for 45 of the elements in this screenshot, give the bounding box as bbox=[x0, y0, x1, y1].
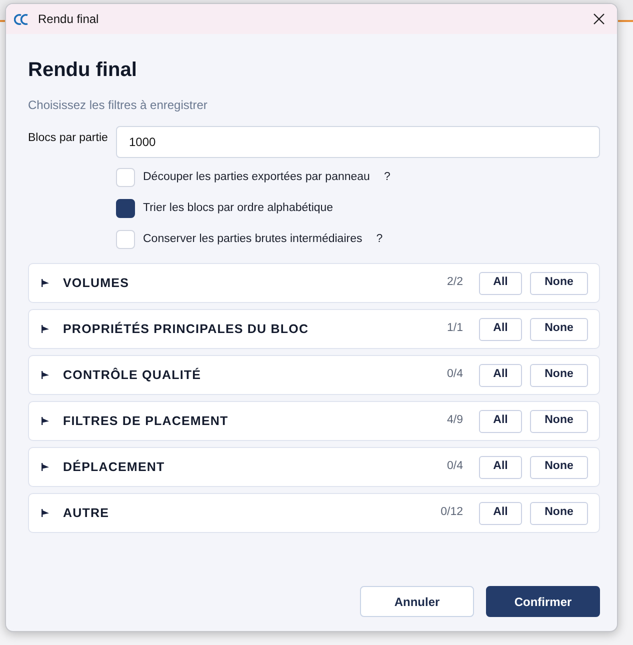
select-all-button[interactable]: All bbox=[479, 272, 522, 294]
app-logo-icon bbox=[14, 12, 30, 26]
selection-count: 0/12 bbox=[440, 505, 463, 520]
filter-section-header[interactable]: AUTRE 0/12 All None bbox=[28, 493, 600, 533]
option-label: Trier les blocs par ordre alphabétique bbox=[143, 200, 334, 216]
select-none-button[interactable]: None bbox=[530, 502, 588, 524]
section-title: PROPRIÉTÉS PRINCIPALES DU BLOC bbox=[63, 320, 309, 338]
close-icon bbox=[593, 13, 605, 25]
option-label: Conserver les parties brutes intermédiaires bbox=[143, 232, 362, 247]
dialog-heading: Rendu final bbox=[28, 58, 138, 82]
select-all-button[interactable]: All bbox=[479, 364, 522, 386]
selection-count: 4/9 bbox=[447, 413, 463, 428]
selection-count: 0/4 bbox=[447, 459, 463, 474]
blocks-per-part-field[interactable]: 1000 bbox=[116, 126, 600, 158]
select-all-button[interactable]: All bbox=[479, 456, 522, 478]
cancel-button[interactable]: Annuler bbox=[360, 586, 474, 617]
checkbox[interactable] bbox=[116, 199, 135, 218]
filter-section-header[interactable]: PROPRIÉTÉS PRINCIPALES DU BLOC 1/1 All None bbox=[28, 309, 600, 349]
select-none-button[interactable]: None bbox=[530, 318, 588, 340]
section-title: VOLUMES bbox=[63, 274, 130, 292]
window-title: Rendu final bbox=[38, 11, 99, 28]
help-mark[interactable]: ? bbox=[376, 230, 383, 248]
select-all-button[interactable]: All bbox=[479, 318, 522, 340]
section-title: CONTRÔLE QUALITÉ bbox=[63, 366, 202, 384]
filter-section-header[interactable]: DÉPLACEMENT 0/4 All None bbox=[28, 447, 600, 487]
filter-section-header[interactable]: CONTRÔLE QUALITÉ 0/4 All None bbox=[28, 355, 600, 395]
section-title: FILTRES DE PLACEMENT bbox=[63, 412, 228, 430]
filter-section-header[interactable]: FILTRES DE PLACEMENT 4/9 All None bbox=[28, 401, 600, 441]
select-none-button[interactable]: None bbox=[530, 456, 588, 478]
select-none-button[interactable]: None bbox=[530, 364, 588, 386]
option-label: Découper les parties exportées par panneau bbox=[143, 170, 370, 185]
filter-section-header[interactable]: VOLUMES 2/2 All None bbox=[28, 263, 600, 303]
selection-count: 2/2 bbox=[447, 275, 463, 290]
help-mark[interactable]: ? bbox=[384, 168, 390, 186]
select-all-button[interactable]: All bbox=[479, 410, 522, 432]
section-title: AUTRE bbox=[63, 504, 110, 522]
select-all-button[interactable]: All bbox=[479, 502, 522, 524]
section-title: DÉPLACEMENT bbox=[63, 458, 165, 476]
selection-count: 1/1 bbox=[447, 321, 463, 336]
confirm-button[interactable]: Confirmer bbox=[486, 586, 600, 617]
field-label: Blocs par partie bbox=[28, 131, 109, 146]
select-none-button[interactable]: None bbox=[530, 272, 588, 294]
selection-count: 0/4 bbox=[447, 367, 463, 382]
dialog-subtitle: Choisissez les filtres à enregistrer bbox=[28, 97, 208, 114]
select-none-button[interactable]: None bbox=[530, 410, 588, 432]
